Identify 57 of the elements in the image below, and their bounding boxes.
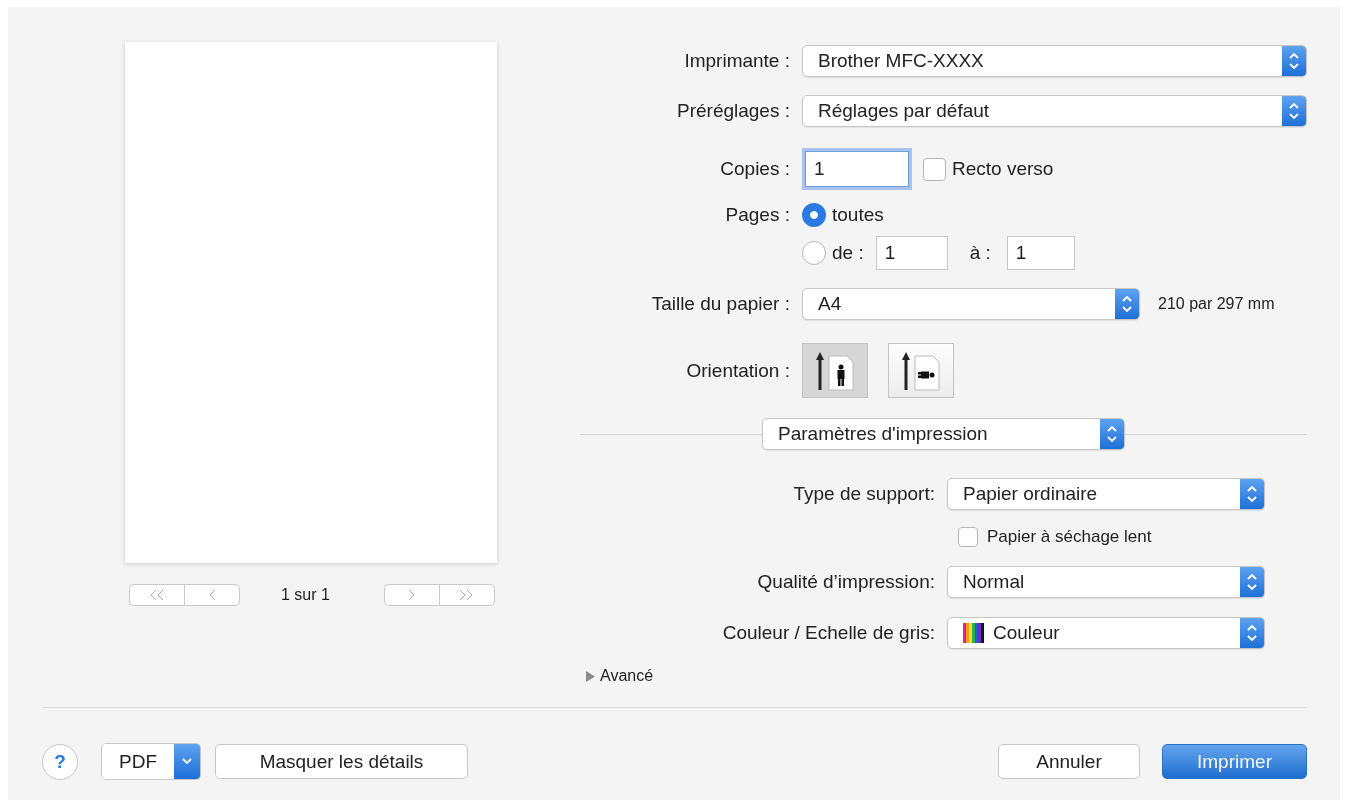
chevron-right-icon bbox=[408, 589, 416, 601]
field-label: Qualité d’impression: bbox=[756, 571, 935, 593]
chevrons-icon bbox=[1282, 96, 1306, 126]
checkbox-label: Recto verso bbox=[952, 158, 1054, 180]
double-chevron-left-icon bbox=[149, 589, 165, 601]
dropdown[interactable]: Couleur bbox=[947, 617, 1265, 649]
radio-label: toutes bbox=[832, 204, 884, 226]
double-chevron-right-icon bbox=[459, 589, 475, 601]
chevron-left-icon bbox=[208, 589, 216, 601]
presets-dropdown[interactable]: Réglages par défaut bbox=[802, 95, 1307, 127]
copies-field[interactable]: 1 bbox=[805, 151, 909, 187]
advanced-toggle[interactable]: Avancé bbox=[600, 667, 654, 685]
printer-dropdown[interactable]: Brother MFC-XXXX bbox=[802, 45, 1307, 77]
dropdown[interactable]: Papier ordinaire bbox=[947, 478, 1265, 510]
first-page-button[interactable] bbox=[129, 584, 184, 606]
chevrons-icon bbox=[1115, 289, 1139, 319]
checkbox[interactable] bbox=[923, 157, 946, 181]
field-label: Copies : bbox=[719, 158, 790, 180]
radio-button[interactable] bbox=[802, 203, 826, 227]
field-label: Préréglages : bbox=[676, 100, 790, 122]
checkbox-label: Papier à séchage lent bbox=[987, 527, 1152, 547]
disclosure-triangle-icon[interactable] bbox=[585, 670, 596, 682]
field-label: Imprimante : bbox=[683, 50, 790, 72]
previous-page-button[interactable] bbox=[184, 584, 240, 606]
chevrons-icon bbox=[1240, 479, 1264, 509]
page-counter: 1 sur 1 bbox=[281, 586, 331, 604]
radio-label: de : bbox=[832, 242, 864, 264]
help-button[interactable]: ? bbox=[42, 743, 78, 780]
print-button[interactable]: Imprimer bbox=[1162, 744, 1307, 779]
chevrons-icon bbox=[1282, 46, 1306, 76]
pdf-button[interactable]: PDF bbox=[102, 744, 174, 779]
chevrons-icon bbox=[1100, 419, 1124, 449]
dropdown[interactable]: Normal bbox=[947, 566, 1265, 598]
portrait-button[interactable] bbox=[802, 343, 868, 398]
last-page-button[interactable] bbox=[439, 584, 495, 606]
field-label: à : bbox=[969, 242, 991, 264]
panel-dropdown[interactable]: Paramètres d'impression bbox=[762, 418, 1125, 450]
hide-details-button[interactable]: Masquer les détails bbox=[215, 744, 468, 779]
to-page-field[interactable]: 1 bbox=[1006, 236, 1075, 270]
landscape-button[interactable] bbox=[888, 343, 954, 398]
chevrons-icon bbox=[1240, 618, 1264, 648]
color-stripes-icon bbox=[963, 623, 985, 643]
next-page-button[interactable] bbox=[384, 584, 439, 606]
field-label: Couleur / Echelle de gris: bbox=[721, 622, 935, 644]
from-page-field[interactable]: 1 bbox=[875, 236, 948, 270]
field-label: Type de support: bbox=[792, 483, 935, 505]
chevron-down-icon bbox=[182, 758, 192, 765]
paper-size-dropdown[interactable]: A4 bbox=[802, 288, 1140, 320]
cancel-button[interactable]: Annuler bbox=[998, 744, 1140, 779]
radio-button[interactable] bbox=[802, 241, 826, 265]
paper-dimensions: 210 par 297 mm bbox=[1158, 295, 1275, 313]
pdf-menu-button[interactable] bbox=[174, 744, 200, 779]
checkbox[interactable] bbox=[958, 527, 978, 547]
chevrons-icon bbox=[1240, 567, 1264, 597]
field-label: Taille du papier : bbox=[650, 293, 790, 315]
field-label: Pages : bbox=[724, 204, 790, 226]
field-label: Orientation : bbox=[685, 359, 790, 382]
